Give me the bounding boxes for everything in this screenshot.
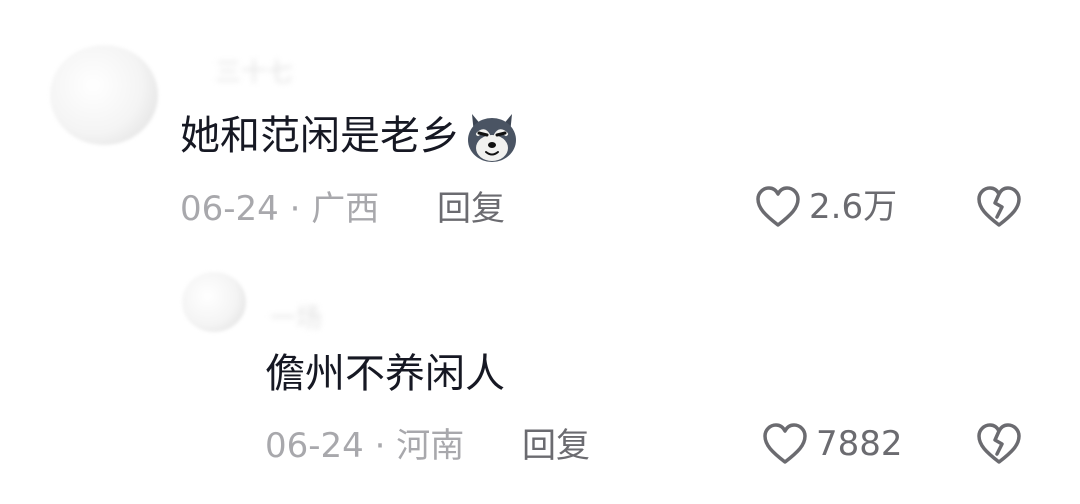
reply-button[interactable]: 回复 — [437, 189, 505, 229]
username[interactable]: 三十七 — [215, 52, 293, 89]
comment-text-content: 儋州不养闲人 — [265, 351, 505, 397]
username[interactable]: 一场 — [270, 298, 322, 335]
like-button[interactable]: 7882 — [762, 422, 903, 466]
husky-dog-emoji — [468, 114, 516, 162]
dislike-button[interactable] — [976, 422, 1022, 470]
comment-date: 06-24 — [265, 426, 364, 466]
dislike-button[interactable] — [976, 185, 1022, 233]
like-count: 2.6万 — [809, 187, 898, 227]
comment-meta: 06-24 · 河南 — [265, 426, 464, 466]
comment-date: 06-24 — [180, 189, 279, 229]
meta-separator: · — [374, 426, 386, 466]
comment-text-content: 她和范闲是老乡 — [180, 113, 460, 159]
heart-outline-icon — [763, 423, 807, 464]
broken-heart-icon — [977, 186, 1021, 227]
like-count: 7882 — [816, 424, 903, 464]
comment-text: 儋州不养闲人 — [265, 350, 505, 398]
like-button[interactable]: 2.6万 — [755, 185, 897, 229]
comment-meta: 06-24 · 广西 — [180, 189, 379, 229]
comment-text: 她和范闲是老乡 — [180, 108, 520, 164]
broken-heart-icon — [977, 423, 1021, 464]
reply-button[interactable]: 回复 — [522, 426, 590, 466]
comment-location: 广西 — [311, 189, 380, 229]
meta-separator: · — [289, 189, 301, 229]
avatar[interactable] — [50, 45, 158, 145]
heart-outline-icon — [756, 186, 800, 227]
comment-location: 河南 — [396, 426, 465, 466]
avatar[interactable] — [182, 272, 246, 332]
